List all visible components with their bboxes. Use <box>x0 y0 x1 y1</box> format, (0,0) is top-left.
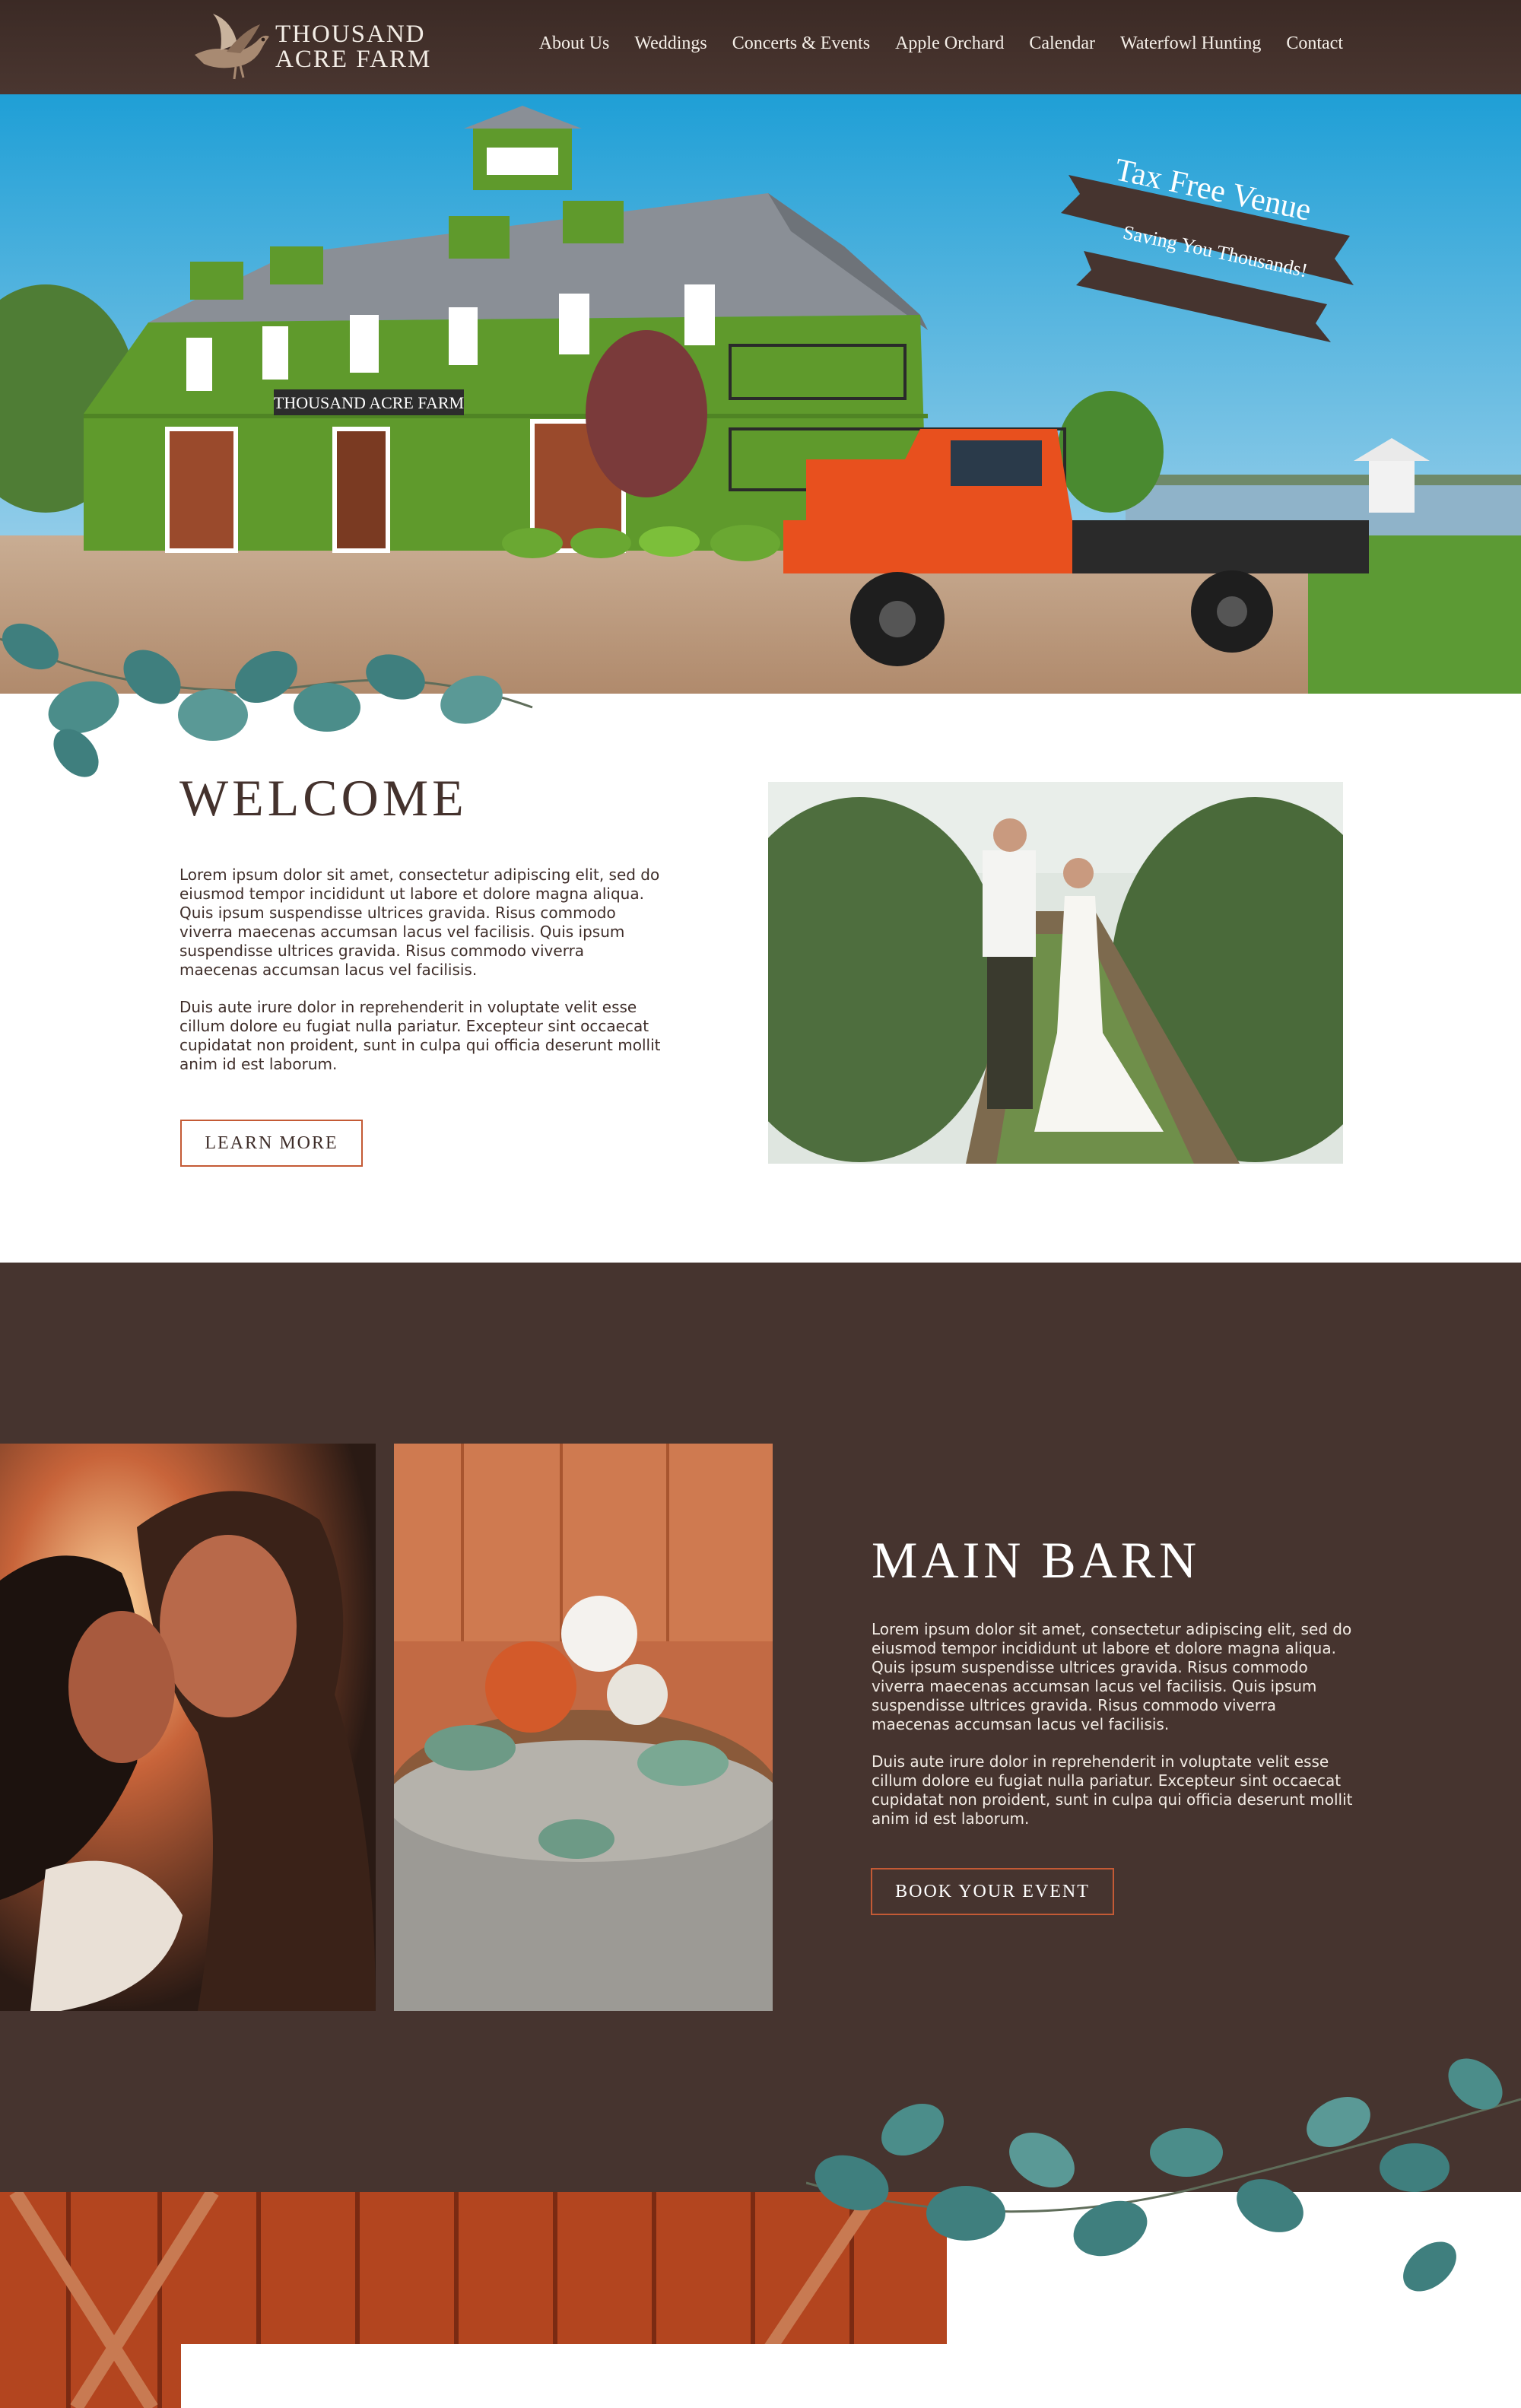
bottom-white-panel <box>181 2344 1521 2408</box>
learn-more-button[interactable]: LEARN MORE <box>180 1120 363 1167</box>
logo[interactable]: THOUSAND ACRE FARM <box>190 11 431 84</box>
nav-waterfowl-hunting[interactable]: Waterfowl Hunting <box>1120 33 1261 54</box>
nav-contact[interactable]: Contact <box>1286 33 1343 54</box>
logo-line-2: ACRE FARM <box>275 46 432 73</box>
welcome-title: WELCOME <box>179 769 468 827</box>
site-header: THOUSAND ACRE FARM About Us Weddings Con… <box>0 0 1521 94</box>
welcome-paragraph-2: Duis aute irure dolor in reprehenderit i… <box>179 998 661 1073</box>
eucalyptus-leaves-left-graphic <box>0 623 533 777</box>
main-barn-title: MAIN BARN <box>872 1531 1201 1589</box>
flower-bouquet-photo <box>394 1444 773 2011</box>
nav-apple-orchard[interactable]: Apple Orchard <box>895 33 1004 54</box>
main-barn-paragraph-1: Lorem ipsum dolor sit amet, consectetur … <box>872 1620 1352 1733</box>
barn-sign-text: THOUSAND ACRE FARM <box>274 393 464 412</box>
nav-concerts-events[interactable]: Concerts & Events <box>732 33 870 54</box>
logo-text: THOUSAND ACRE FARM <box>275 22 431 72</box>
main-barn-paragraph-2: Duis aute irure dolor in reprehenderit i… <box>872 1752 1353 1828</box>
logo-line-1: THOUSAND <box>275 21 426 48</box>
couple-sunset-photo <box>0 1444 376 2011</box>
eucalyptus-leaves-right-graphic <box>806 2058 1521 2292</box>
book-your-event-button[interactable]: BOOK YOUR EVENT <box>871 1868 1114 1915</box>
nav-about-us[interactable]: About Us <box>539 33 610 54</box>
couple-orchard-photo <box>768 782 1343 1164</box>
nav-calendar[interactable]: Calendar <box>1029 33 1095 54</box>
welcome-paragraph-1: Lorem ipsum dolor sit amet, consectetur … <box>179 866 660 979</box>
duck-logo-icon <box>195 14 269 80</box>
main-nav: About Us Weddings Concerts & Events Appl… <box>539 33 1343 54</box>
nav-weddings[interactable]: Weddings <box>634 33 707 54</box>
